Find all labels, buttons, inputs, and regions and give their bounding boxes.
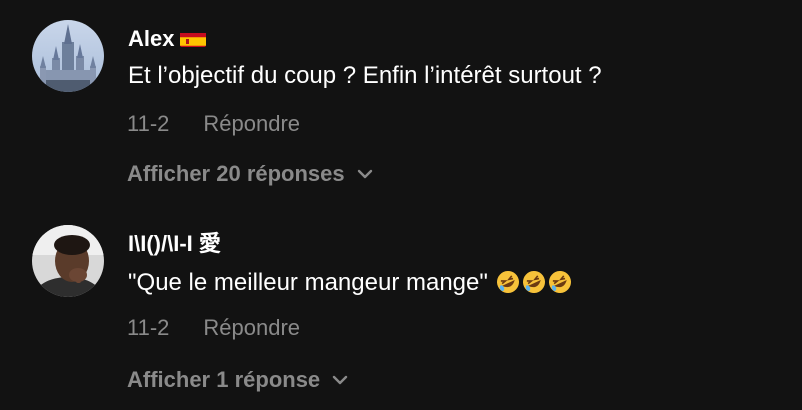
chevron-down-icon bbox=[332, 375, 348, 385]
comment-date: 11-2 bbox=[127, 315, 170, 340]
show-replies-label[interactable]: Afficher 20 réponses bbox=[127, 161, 345, 186]
spain-flag-icon bbox=[180, 30, 207, 47]
author-name[interactable]: Alex bbox=[128, 26, 174, 51]
comment-item: I\I()/\I-I 愛 "Que le meilleur mangeur ma… bbox=[0, 205, 802, 410]
reply-button[interactable]: Répondre bbox=[203, 111, 300, 137]
avatar[interactable] bbox=[32, 20, 104, 92]
comment-text: Et l’objectif du coup ? Enfin l’intérêt … bbox=[128, 62, 602, 89]
show-replies-label[interactable]: Afficher 1 réponse bbox=[127, 367, 320, 392]
show-replies-button[interactable]: Afficher 20 réponses bbox=[127, 161, 375, 187]
comment-meta: 11-2 Répondre bbox=[127, 111, 300, 137]
comment-author[interactable]: Alex bbox=[128, 26, 207, 52]
castle-avatar-image bbox=[32, 20, 104, 92]
comment-author[interactable]: I\I()/\I-I 愛 bbox=[128, 231, 221, 257]
comment-meta: 11-2 Répondre bbox=[127, 315, 300, 341]
comment-text: "Que le meilleur mangeur mange" bbox=[128, 268, 572, 298]
show-replies-button[interactable]: Afficher 1 réponse bbox=[127, 367, 350, 393]
comment-item: Alex Et l’objectif du coup ? Enfin l’int… bbox=[0, 0, 802, 205]
reply-button[interactable]: Répondre bbox=[203, 315, 300, 341]
comment-date: 11-2 bbox=[127, 111, 170, 136]
person-avatar-image bbox=[32, 225, 104, 297]
rofl-emoji-icon bbox=[496, 271, 519, 293]
emoji-group bbox=[494, 269, 572, 296]
comment-text-content: "Que le meilleur mangeur mange" bbox=[128, 269, 488, 296]
rofl-emoji-icon bbox=[522, 271, 545, 293]
rofl-emoji-icon bbox=[548, 271, 571, 293]
avatar[interactable] bbox=[32, 225, 104, 297]
author-name[interactable]: I\I()/\I-I 愛 bbox=[128, 231, 221, 256]
chevron-down-icon bbox=[357, 169, 372, 179]
